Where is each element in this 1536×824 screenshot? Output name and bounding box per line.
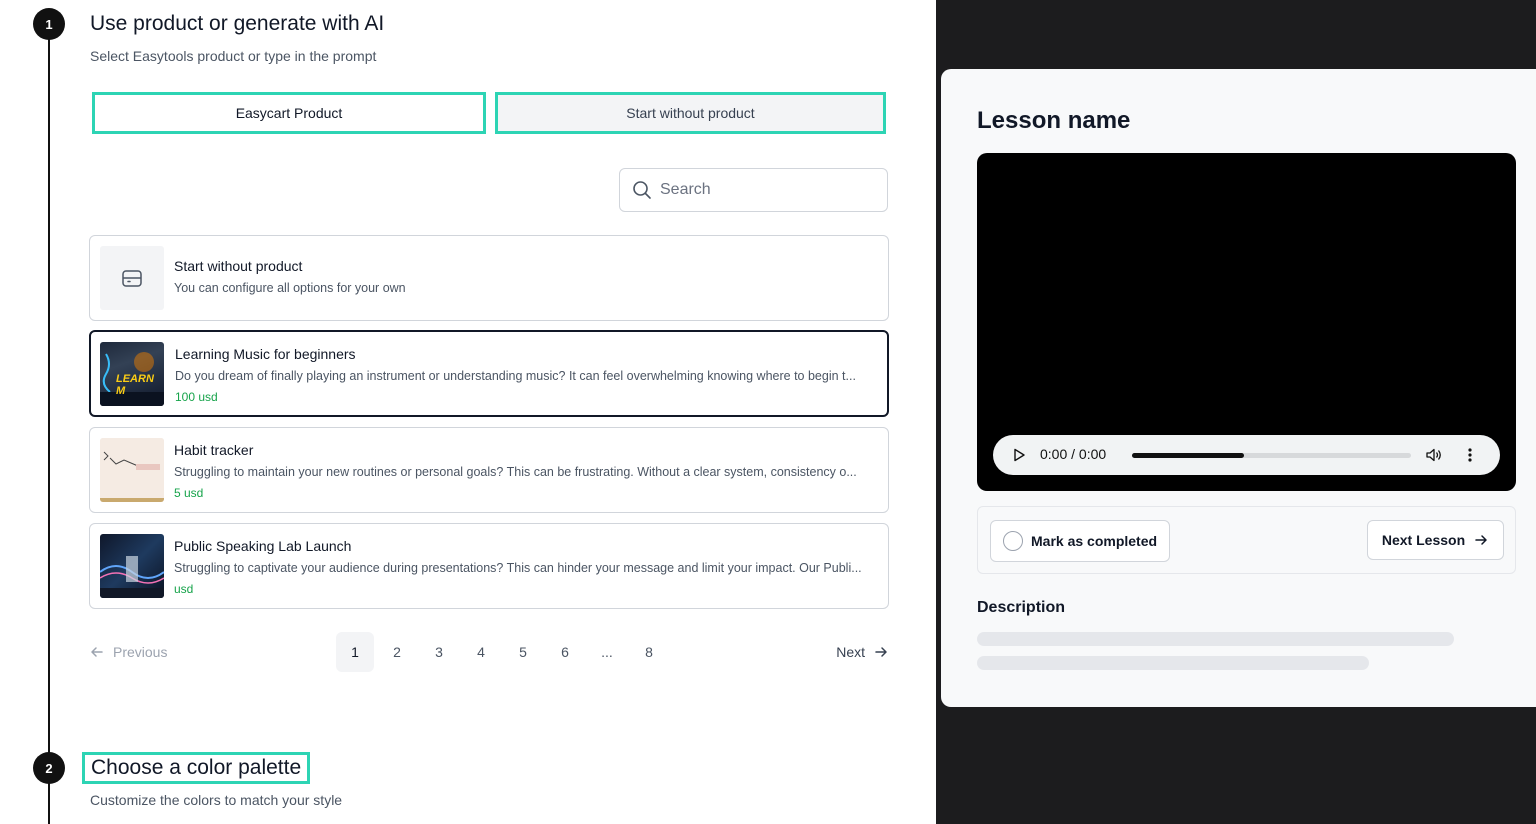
play-icon[interactable] xyxy=(1011,447,1027,463)
product-description: Struggling to captivate your audience du… xyxy=(174,561,862,575)
product-title: Public Speaking Lab Launch xyxy=(174,538,352,554)
description-label: Description xyxy=(977,599,1066,616)
page-ellipsis: ... xyxy=(601,644,613,660)
step-2-subtitle: Customize the colors to match your style xyxy=(90,792,343,808)
product-card-habit-tracker[interactable]: Habit tracker Struggling to maintain you… xyxy=(89,427,889,513)
box-icon-container xyxy=(100,246,164,310)
preview-pane: Lesson name 0:00 / 0:00 Mark as complete… xyxy=(936,0,1536,824)
product-card-learning-music[interactable]: LEARN M Learning Music for beginners Do … xyxy=(89,330,889,417)
page-button-5[interactable]: 5 xyxy=(504,632,542,672)
arrow-right-icon xyxy=(875,647,887,657)
more-options-icon[interactable] xyxy=(1467,447,1473,463)
product-thumbnail-habit xyxy=(100,438,164,502)
next-page-button[interactable]: Next xyxy=(836,644,889,660)
search-input[interactable] xyxy=(660,181,860,199)
completion-radio-icon xyxy=(1003,531,1023,551)
start-without-product-button[interactable]: Start without product xyxy=(495,92,886,134)
video-controls: 0:00 / 0:00 xyxy=(993,435,1500,475)
page-button-6[interactable]: 6 xyxy=(546,632,584,672)
lesson-action-bar: Mark as completed Next Lesson xyxy=(977,506,1516,574)
box-icon xyxy=(122,270,142,287)
product-title: Start without product xyxy=(174,258,303,274)
page-button-3[interactable]: 3 xyxy=(420,632,458,672)
product-description: You can configure all options for your o… xyxy=(174,281,406,295)
step-2-title: Choose a color palette xyxy=(82,752,311,784)
step-1-subtitle: Select Easytools product or type in the … xyxy=(90,48,377,64)
easycart-product-button[interactable]: Easycart Product xyxy=(92,92,486,134)
description-skeleton-line xyxy=(977,656,1369,670)
page-button-2[interactable]: 2 xyxy=(378,632,416,672)
thumbnail-text: LEARN M xyxy=(116,373,154,397)
video-player[interactable]: 0:00 / 0:00 xyxy=(977,153,1516,491)
previous-page-button[interactable]: Previous xyxy=(89,644,167,660)
product-title: Habit tracker xyxy=(174,442,254,458)
page-button-1[interactable]: 1 xyxy=(336,632,374,672)
mark-as-completed-button[interactable]: Mark as completed xyxy=(990,520,1170,562)
product-thumbnail-speaking xyxy=(100,534,164,598)
description-skeleton-line xyxy=(977,632,1454,646)
video-time: 0:00 / 0:00 xyxy=(1040,446,1107,462)
lesson-name: Lesson name xyxy=(977,107,1131,134)
lesson-preview: Lesson name 0:00 / 0:00 Mark as complete… xyxy=(941,69,1536,707)
volume-icon[interactable] xyxy=(1425,447,1443,463)
page-button-4[interactable]: 4 xyxy=(462,632,500,672)
page-button-8[interactable]: 8 xyxy=(630,632,668,672)
pagination: Previous 1 2 3 4 5 6 ... 8 Next xyxy=(89,632,889,672)
step-1-badge: 1 xyxy=(33,8,65,40)
search-icon xyxy=(633,181,651,199)
video-progress-track[interactable] xyxy=(1132,453,1411,458)
product-description: Struggling to maintain your new routines… xyxy=(174,465,857,479)
previous-label: Previous xyxy=(113,644,168,660)
habit-thumbnail-art xyxy=(100,438,164,502)
next-lesson-label: Next Lesson xyxy=(1381,532,1466,548)
product-card-start-without[interactable]: Start without product You can configure … xyxy=(89,235,889,321)
step-1-title: Use product or generate with AI xyxy=(90,12,385,35)
speaking-thumbnail-art xyxy=(100,556,164,598)
search-box[interactable] xyxy=(619,168,888,212)
product-card-public-speaking[interactable]: Public Speaking Lab Launch Struggling to… xyxy=(89,523,889,609)
product-price: 100 usd xyxy=(175,390,218,404)
next-lesson-button[interactable]: Next Lesson xyxy=(1367,520,1504,560)
timeline-line xyxy=(48,24,50,824)
product-price: usd xyxy=(174,582,194,596)
step-2-badge: 2 xyxy=(33,752,65,784)
product-description: Do you dream of finally playing an instr… xyxy=(175,369,856,383)
product-thumbnail-music: LEARN M xyxy=(100,342,164,406)
product-price: 5 usd xyxy=(174,486,204,500)
arrow-right-icon xyxy=(1475,535,1487,545)
next-label: Next xyxy=(836,644,865,660)
product-title: Learning Music for beginners xyxy=(175,346,356,362)
mark-as-completed-label: Mark as completed xyxy=(1031,533,1158,549)
arrow-left-icon xyxy=(91,647,103,657)
builder-panel: 1 Use product or generate with AI Select… xyxy=(0,0,936,824)
video-progress-fill xyxy=(1132,453,1244,458)
